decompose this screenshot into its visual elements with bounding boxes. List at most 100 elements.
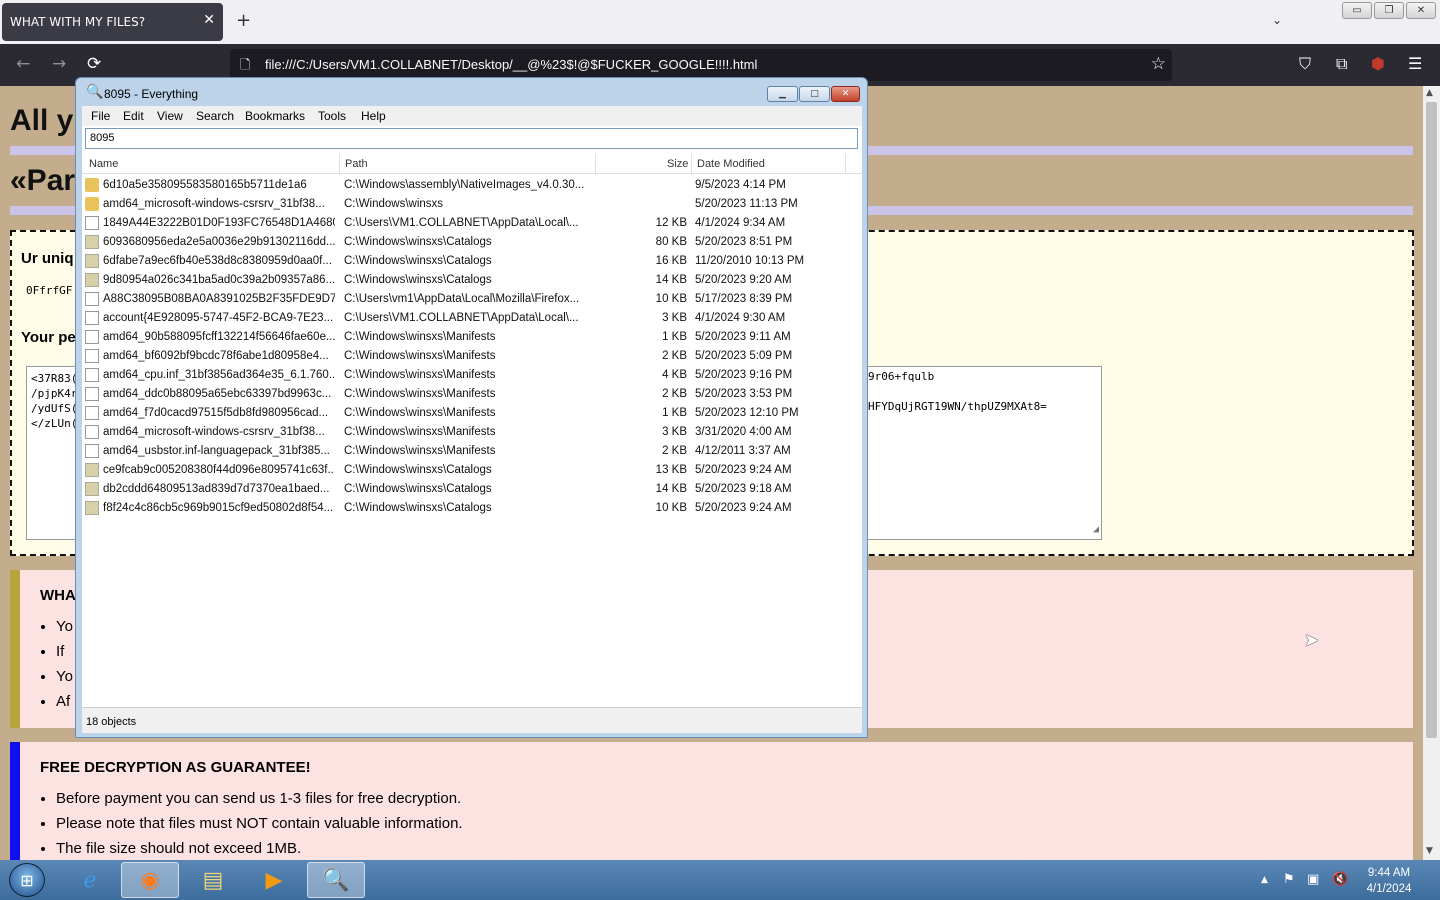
column-separator[interactable] (845, 154, 846, 174)
file-icon (85, 349, 99, 363)
file-name: 6093680956eda2e5a0036e29b91302116dd... (103, 236, 335, 248)
maximize-button[interactable]: □ (799, 86, 830, 102)
table-row[interactable]: amd64_90b588095fcff132214f56646fae60e...… (82, 328, 862, 347)
table-row[interactable]: 6dfabe7a9ec6fb40e538d8c8380959d0aa0f... C… (82, 252, 862, 271)
close-window-button[interactable]: ✕ (1406, 2, 1436, 19)
column-separator[interactable] (691, 154, 692, 174)
table-row[interactable]: A88C38095B08BA0A8391025B2F35FDE9D7... C:\… (82, 290, 862, 309)
internet-explorer-icon[interactable]: ℯ (61, 862, 119, 898)
file-path: C:\Windows\winsxs\Manifests (344, 331, 496, 343)
column-separator[interactable] (595, 154, 596, 174)
resize-handle-icon[interactable]: ◢ (1093, 522, 1099, 537)
menu-tools[interactable]: Tools (318, 109, 346, 123)
date-modified: 5/20/2023 9:24 AM (695, 464, 792, 476)
start-button[interactable]: ⊞ (9, 863, 45, 897)
firefox-icon[interactable]: ◉ (121, 862, 179, 898)
date-modified: 3/31/2020 4:00 AM (695, 426, 792, 438)
table-row[interactable]: amd64_f7d0cacd97515f5db8fd980956cad... C:… (82, 404, 862, 423)
scroll-up-icon[interactable]: ▲ (1426, 88, 1433, 98)
star-icon[interactable]: ☆ (1151, 54, 1166, 74)
file-icon (85, 406, 99, 420)
file-size: 10 KB (655, 502, 687, 514)
pocket-icon[interactable]: ⛉ (1299, 54, 1311, 74)
column-name[interactable]: Name (89, 158, 118, 170)
column-date-modified[interactable]: Date Modified (697, 158, 765, 170)
everything-window-controls: ▁ □ ✕ (767, 86, 860, 102)
list-item: The file size should not exceed 1MB. (56, 836, 463, 860)
hamburger-menu-icon[interactable]: ☰ (1408, 54, 1422, 73)
close-button[interactable]: ✕ (831, 86, 860, 102)
column-separator[interactable] (339, 154, 340, 174)
table-row[interactable]: db2cddd64809513ad839d7d7370ea1baed... C:\… (82, 480, 862, 499)
file-icon (85, 387, 99, 401)
media-player-icon[interactable]: ▶ (245, 862, 303, 898)
file-size: 3 KB (662, 426, 687, 438)
scrollbar-thumb[interactable] (1426, 102, 1437, 738)
minimize-button[interactable]: ▁ (767, 86, 798, 102)
menu-edit[interactable]: Edit (123, 109, 144, 123)
file-size: 2 KB (662, 388, 687, 400)
table-row[interactable]: ce9fcab9c005208380f44d096e8095741c63f...… (82, 461, 862, 480)
search-input[interactable]: 8095 (85, 128, 858, 149)
file-path: C:\Windows\winsxs\Manifests (344, 407, 496, 419)
table-row[interactable]: amd64_usbstor.inf-languagepack_31bf385..… (82, 442, 862, 461)
extensions-icon[interactable]: ⧉ (1336, 54, 1347, 74)
table-row[interactable]: amd64_bf6092bf9bcdc78f6abe1d80958e4... C:… (82, 347, 862, 366)
list-item: Please note that files must NOT contain … (56, 811, 463, 836)
network-icon[interactable]: ▣ (1307, 872, 1319, 887)
scroll-down-icon[interactable]: ▼ (1426, 846, 1433, 856)
file-path: C:\Windows\winsxs\Manifests (344, 350, 496, 362)
table-row[interactable]: account{4E928095-5747-45F2-BCA9-7E23... C… (82, 309, 862, 328)
menu-file[interactable]: File (91, 109, 110, 123)
table-row[interactable]: 6d10a5e358095583580165b5711de1a6 C:\Windo… (82, 176, 862, 195)
table-row[interactable]: 1849A44E3222B01D0F193FC76548D1A4680... C:… (82, 214, 862, 233)
table-row[interactable]: amd64_microsoft-windows-csrsrv_31bf38...… (82, 195, 862, 214)
tab-what-with-my-files[interactable]: WHAT WITH MY FILES? ✕ (2, 3, 223, 41)
column-path[interactable]: Path (345, 158, 368, 170)
url-text[interactable]: file:///C:/Users/VM1.COLLABNET/Desktop/_… (265, 57, 757, 72)
flag-icon[interactable]: ⚑ (1283, 872, 1295, 887)
file-icon (85, 311, 99, 325)
file-name: ce9fcab9c005208380f44d096e8095741c63f... (103, 464, 335, 476)
forward-arrow-icon[interactable]: → (52, 54, 66, 74)
file-size: 1 KB (662, 407, 687, 419)
tab-close-icon[interactable]: ✕ (203, 12, 215, 28)
back-arrow-icon[interactable]: ← (16, 54, 30, 74)
personal-key-label: Your pe (21, 329, 76, 346)
file-size: 13 KB (655, 464, 687, 476)
list-tabs-icon[interactable]: ⌄ (1272, 13, 1282, 27)
table-row[interactable]: f8f24c4c86cb5c969b9015cf9ed50802d8f54...… (82, 499, 862, 518)
menu-bookmarks[interactable]: Bookmarks (245, 109, 305, 123)
file-size: 4 KB (662, 369, 687, 381)
file-explorer-icon[interactable]: ▤ (184, 862, 242, 898)
everything-titlebar[interactable]: 🔍 8095 - Everything ▁ □ ✕ (76, 78, 867, 106)
file-size: 14 KB (655, 483, 687, 495)
table-row[interactable]: 6093680956eda2e5a0036e29b91302116dd... C:… (82, 233, 862, 252)
date-modified: 4/1/2024 9:30 AM (695, 312, 786, 324)
show-hidden-icons-icon[interactable]: ▲ (1261, 875, 1268, 885)
restore-button[interactable]: ❐ (1374, 2, 1404, 19)
table-row[interactable]: amd64_microsoft-windows-csrsrv_31bf38...… (82, 423, 862, 442)
menu-search[interactable]: Search (196, 109, 234, 123)
volume-muted-icon[interactable]: 🔇 (1332, 872, 1348, 887)
clock[interactable]: 9:44 AM 4/1/2024 (1361, 865, 1417, 897)
reload-icon[interactable]: ⟳ (87, 54, 101, 74)
ublock-icon[interactable]: ⬢ (1371, 54, 1385, 73)
list-item: Yo (56, 664, 73, 689)
clock-time: 9:44 AM (1367, 867, 1411, 879)
file-name: 1849A44E3222B01D0F193FC76548D1A4680... (103, 217, 335, 229)
everything-taskbar-icon[interactable]: 🔍 (307, 862, 365, 898)
file-path: C:\Windows\winsxs\Manifests (344, 388, 496, 400)
table-row[interactable]: amd64_ddc0b88095a65ebc63397bd9963c... C:\… (82, 385, 862, 404)
page-scrollbar[interactable]: ▲ ▼ (1423, 86, 1440, 860)
file-path: C:\Windows\winsxs (344, 198, 444, 210)
file-size: 2 KB (662, 350, 687, 362)
menu-view[interactable]: View (157, 109, 183, 123)
catalog-file-icon (85, 501, 99, 515)
minimize-button[interactable]: ▭ (1342, 2, 1372, 19)
menu-help[interactable]: Help (361, 109, 386, 123)
new-tab-button[interactable]: + (236, 10, 251, 31)
table-row[interactable]: amd64_cpu.inf_31bf3856ad364e35_6.1.760..… (82, 366, 862, 385)
column-size[interactable]: Size (667, 158, 688, 170)
table-row[interactable]: 9d80954a026c341ba5ad0c39a2b09357a86... C:… (82, 271, 862, 290)
